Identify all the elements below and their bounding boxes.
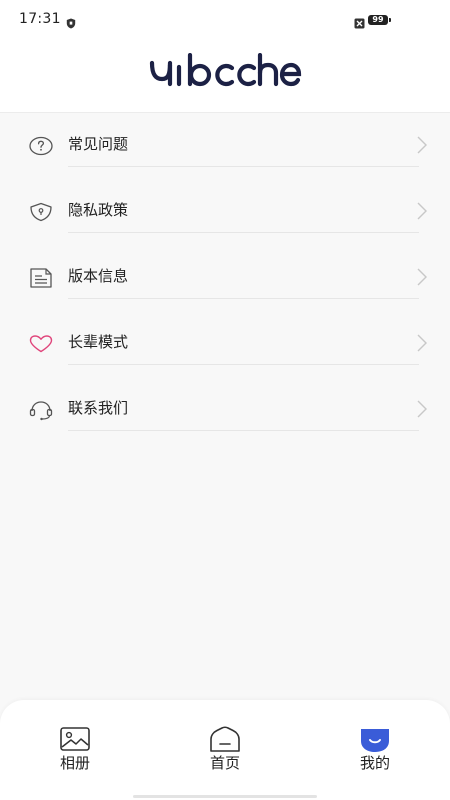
menu-item-label: 隐私政策 — [68, 201, 129, 219]
menu-item-version-info[interactable]: 版本信息 — [0, 245, 450, 311]
tab-home[interactable]: 首页 — [180, 726, 270, 778]
menu-item-label: 版本信息 — [68, 267, 129, 285]
menu-item-faq[interactable]: 常见问题 — [0, 113, 450, 179]
tab-label: 我的 — [359, 754, 390, 772]
photo-album-icon — [30, 726, 120, 754]
headset-icon — [28, 397, 54, 423]
tab-label: 相册 — [59, 754, 90, 772]
chevron-right-icon — [416, 399, 428, 423]
divider — [68, 364, 419, 365]
status-bar: 17:31 99 — [0, 0, 450, 40]
divider — [68, 430, 419, 431]
tab-label: 首页 — [209, 754, 240, 772]
document-icon — [28, 265, 54, 291]
menu-item-label: 长辈模式 — [68, 333, 129, 351]
chevron-right-icon — [416, 333, 428, 357]
yiboche-logo — [148, 52, 302, 95]
no-sim-icon — [354, 14, 365, 33]
app-header — [0, 40, 450, 113]
question-circle-icon — [28, 133, 54, 159]
menu-item-label: 联系我们 — [68, 399, 129, 417]
shield-icon — [28, 199, 54, 225]
shield-status-icon — [66, 14, 76, 33]
home-indicator — [133, 795, 317, 798]
menu-item-privacy-policy[interactable]: 隐私政策 — [0, 179, 450, 245]
divider — [68, 166, 419, 167]
bottom-tab-bar: 相册 首页 我的 — [0, 700, 450, 800]
settings-menu: 常见问题 隐私政策 版本信息 长辈模式 联系我们 — [0, 113, 450, 443]
profile-icon — [330, 726, 420, 754]
divider — [68, 298, 419, 299]
menu-item-label: 常见问题 — [68, 135, 129, 153]
chevron-right-icon — [416, 267, 428, 291]
tab-mine[interactable]: 我的 — [330, 726, 420, 778]
tab-album[interactable]: 相册 — [30, 726, 120, 778]
status-time: 17:31 — [19, 11, 61, 27]
menu-item-elder-mode[interactable]: 长辈模式 — [0, 311, 450, 377]
divider — [68, 232, 419, 233]
chevron-right-icon — [416, 135, 428, 159]
screen: 17:31 99 常见问题 隐私政策 版本信息 长辈模式 联系我们 相册 首页 … — [0, 0, 450, 800]
chevron-right-icon — [416, 201, 428, 225]
menu-item-contact-us[interactable]: 联系我们 — [0, 377, 450, 443]
home-icon — [180, 726, 270, 754]
battery-icon: 99 — [368, 15, 391, 25]
heart-icon — [28, 331, 54, 357]
